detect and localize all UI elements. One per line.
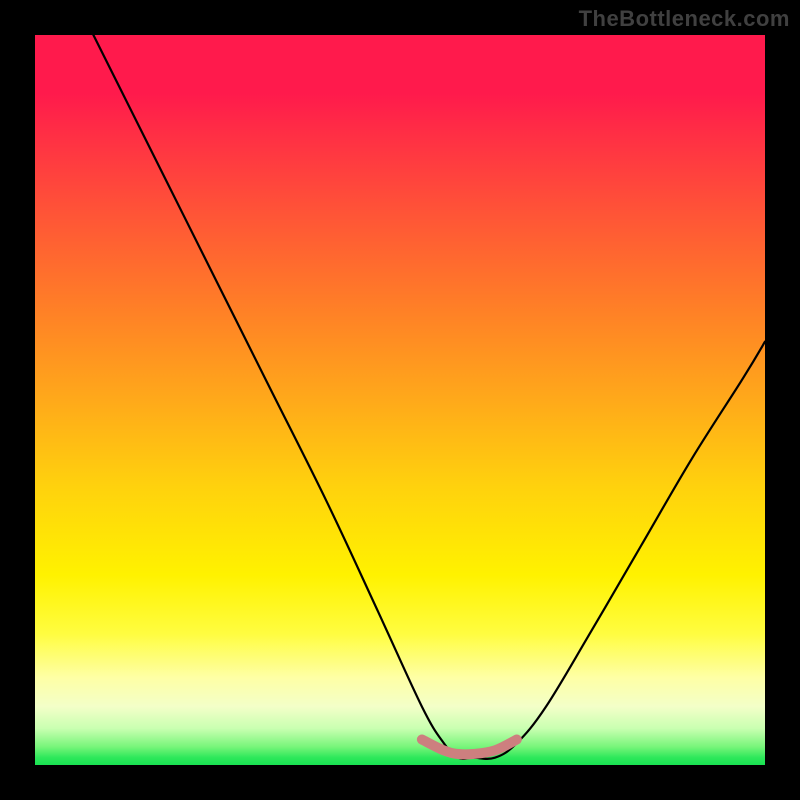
plot-area xyxy=(35,35,765,765)
main-curve xyxy=(93,35,765,759)
watermark-text: TheBottleneck.com xyxy=(579,6,790,32)
chart-svg xyxy=(35,35,765,765)
highlight-band xyxy=(422,740,517,755)
chart-frame: TheBottleneck.com xyxy=(0,0,800,800)
